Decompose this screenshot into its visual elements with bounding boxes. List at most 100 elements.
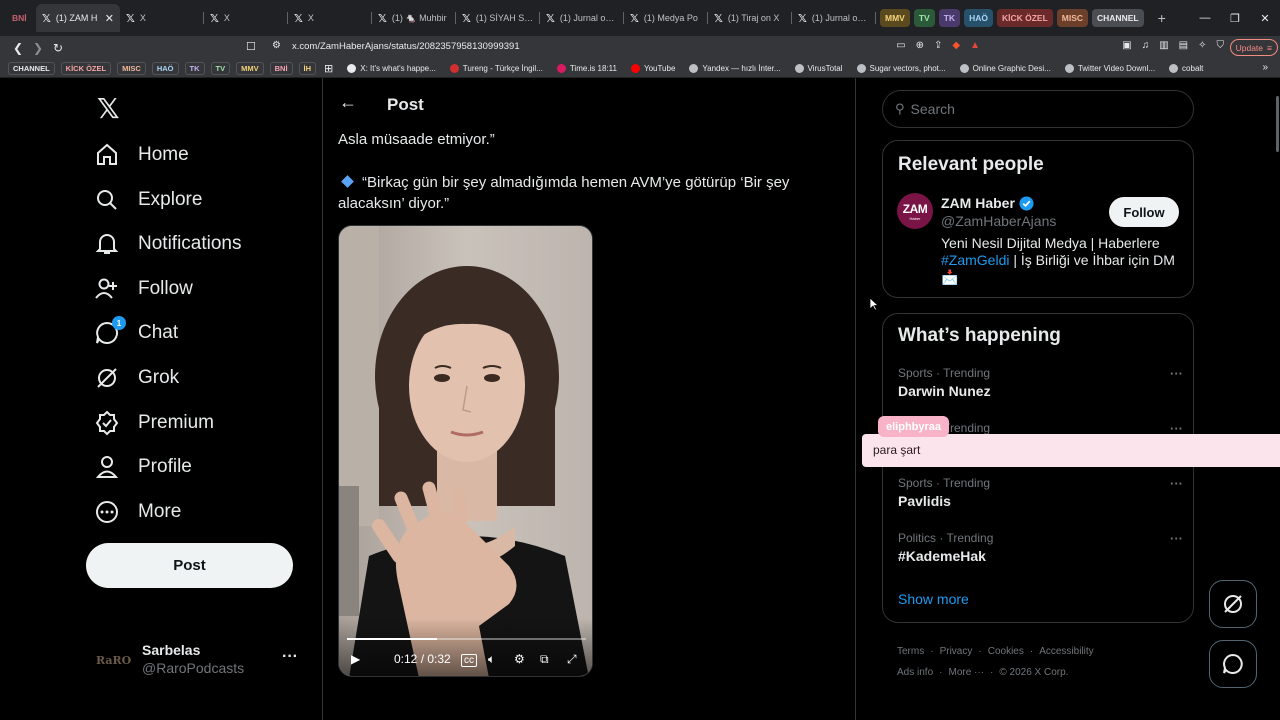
messages-float-button[interactable] xyxy=(1209,640,1257,688)
bookmark-item[interactable]: Time.is 18:11 xyxy=(556,64,617,73)
tab-group-chip[interactable]: TK xyxy=(938,9,961,27)
rewards-icon[interactable]: ▲ xyxy=(970,40,980,51)
fullscreen-icon[interactable]: ⤢ xyxy=(567,652,577,667)
follow-button[interactable]: Follow xyxy=(1109,197,1179,227)
trend-more-icon[interactable]: ··· xyxy=(1170,531,1183,546)
trend-item[interactable]: Sports · Trending Darwin Nunez ··· xyxy=(898,366,1188,410)
bookmark-folder[interactable]: İH xyxy=(298,62,317,75)
vpn-icon[interactable]: ⛉ xyxy=(1217,40,1225,51)
nav-item-grok[interactable]: Grok xyxy=(94,356,179,400)
bookmark-folder[interactable]: MISC xyxy=(117,62,146,75)
nav-item-more[interactable]: More xyxy=(94,490,181,534)
browser-tab[interactable]: 𝕏 (1) Tiraj on X xyxy=(708,4,792,32)
minimize-button[interactable]: — xyxy=(1190,12,1220,24)
browser-tab[interactable]: 𝕏 (1) Jurnal on X xyxy=(540,4,624,32)
bookmark-item[interactable]: cobalt xyxy=(1169,64,1203,73)
x-logo-icon[interactable]: 𝕏 xyxy=(97,92,120,125)
settings-icon[interactable]: ⚙ xyxy=(514,652,525,666)
trend-more-icon[interactable]: ··· xyxy=(1170,366,1183,381)
footer-link[interactable]: More ··· xyxy=(948,667,984,678)
tab-group-chip[interactable]: HAÖ xyxy=(964,9,993,27)
nav-item-chat[interactable]: 1 Chat xyxy=(94,311,178,355)
grok-float-button[interactable] xyxy=(1209,580,1257,628)
browser-tab[interactable]: 𝕏 (1) Medya Po xyxy=(624,4,708,32)
nav-item-notifications[interactable]: Notifications xyxy=(94,222,242,266)
browser-tab[interactable]: 𝕏 (1) ZAM H ✕ xyxy=(36,4,120,32)
bookmark-item[interactable]: Twitter Video Downl... xyxy=(1064,64,1155,73)
video-player[interactable]: ▶ 0:12 / 0:32 cc 🔈︎ ⚙ ⧉ ⤢ xyxy=(338,225,593,677)
zoom-icon[interactable]: ⊕ xyxy=(916,40,924,51)
profile-name[interactable]: ZAM Haber xyxy=(941,195,1034,211)
nav-item-premium[interactable]: Premium xyxy=(94,401,214,445)
avatar[interactable]: ZAM Haber xyxy=(897,193,933,229)
site-info-icon[interactable]: ⚙ xyxy=(272,40,281,51)
back-arrow-icon[interactable]: ← xyxy=(339,92,357,113)
bookmark-item[interactable]: Online Graphic Desi... xyxy=(959,64,1051,73)
browser-tab[interactable]: 𝕏 (1) 🐁 Muhbir xyxy=(372,4,456,32)
scrollbar[interactable] xyxy=(1276,96,1279,152)
browser-tab[interactable]: 𝕏X xyxy=(288,4,372,32)
tab-group-chip[interactable]: CHANNEL xyxy=(1092,9,1144,27)
brave-shield-icon[interactable]: ◆ xyxy=(952,40,960,51)
bookmarks-overflow-icon[interactable]: » xyxy=(1262,62,1268,73)
update-button[interactable]: Update ≡ xyxy=(1229,39,1278,56)
captions-icon[interactable]: cc xyxy=(461,654,477,667)
post-button[interactable]: Post xyxy=(86,543,293,588)
footer-link[interactable]: Accessibility xyxy=(1039,646,1093,657)
bookmark-folder[interactable]: TV xyxy=(210,62,231,75)
share-icon[interactable]: ⇪ xyxy=(934,40,942,51)
panel-icon[interactable]: ▥ xyxy=(1159,40,1168,51)
tab-close-icon[interactable]: ✕ xyxy=(105,12,114,25)
nav-item-home[interactable]: Home xyxy=(94,133,189,177)
apps-grid-icon[interactable]: ⊞ xyxy=(324,62,333,75)
footer-link[interactable]: Cookies xyxy=(988,646,1024,657)
bookmark-item[interactable]: VirusTotal xyxy=(794,64,843,73)
cast-icon[interactable]: ▭ xyxy=(896,40,905,51)
bookmark-item[interactable]: YouTube xyxy=(630,64,675,73)
popout-icon[interactable]: ⧉ xyxy=(540,652,549,667)
trend-item[interactable]: Politics · Trending #KademeHak ··· xyxy=(898,531,1188,575)
bookmark-item[interactable]: Yandex — hızlı İnter... xyxy=(689,64,781,73)
browser-tab[interactable]: 𝕏X xyxy=(120,4,204,32)
browser-tab[interactable]: 𝕏 (1) Jurnal on X xyxy=(792,4,876,32)
bookmark-folder[interactable]: MMV xyxy=(236,62,264,75)
nav-item-follow[interactable]: Follow xyxy=(94,267,193,311)
bookmark-folder[interactable]: BNİ xyxy=(269,62,293,75)
sidebar-icon[interactable]: ▣ xyxy=(1122,40,1131,51)
bookmark-folder[interactable]: TK xyxy=(184,62,205,75)
show-more-link[interactable]: Show more xyxy=(898,591,969,607)
account-switcher[interactable]: RaRO Sarbelas @RaroPodcasts ··· xyxy=(96,640,306,680)
footer-link[interactable]: Privacy xyxy=(940,646,973,657)
browser-tab[interactable]: BNİ xyxy=(6,4,36,32)
tab-group-chip[interactable]: TV xyxy=(913,9,935,27)
footer-link[interactable]: © 2026 X Corp. xyxy=(999,667,1068,678)
music-icon[interactable]: ♫ xyxy=(1142,40,1150,51)
hashtag-link[interactable]: #ZamGeldi xyxy=(941,252,1009,268)
extensions-icon[interactable]: ✧ xyxy=(1198,40,1206,51)
bookmark-folder[interactable]: KİCK ÖZEL xyxy=(60,62,112,75)
volume-icon[interactable]: 🔈︎ xyxy=(488,652,495,667)
browser-tab[interactable]: 𝕏X xyxy=(204,4,288,32)
back-button[interactable]: ❮ xyxy=(8,41,28,55)
search-input[interactable] xyxy=(910,101,1171,117)
url-field[interactable]: x.com/ZamHaberAjans/status/2082357958130… xyxy=(292,41,520,52)
tab-group-chip[interactable]: MMV xyxy=(880,9,910,27)
bookmark-folder[interactable]: CHANNEL xyxy=(8,62,55,75)
bookmark-icon[interactable]: ☐ xyxy=(246,40,256,53)
bookmark-item[interactable]: Sugar vectors, phot... xyxy=(856,64,946,73)
play-icon[interactable]: ▶ xyxy=(351,652,360,666)
video-progress-bar[interactable] xyxy=(347,638,586,640)
bookmark-folder[interactable]: HAÖ xyxy=(151,62,179,75)
bookmark-item[interactable]: Tureng - Türkçe İngil... xyxy=(449,64,543,73)
footer-link[interactable]: Ads info xyxy=(897,667,933,678)
tab-group-chip[interactable]: KİCK ÖZEL xyxy=(996,9,1053,27)
nav-item-profile[interactable]: Profile xyxy=(94,445,192,489)
trend-item[interactable]: Sports · Trending Pavlidis ··· xyxy=(898,476,1188,520)
account-more-icon[interactable]: ··· xyxy=(282,648,298,666)
reload-button[interactable]: ↻ xyxy=(48,41,68,55)
browser-tab[interactable]: 𝕏 (1) SİYAH SAN xyxy=(456,4,540,32)
footer-link[interactable]: Terms xyxy=(897,646,924,657)
close-window-button[interactable]: ✕ xyxy=(1250,12,1280,25)
tab-group-chip[interactable]: MISC xyxy=(1056,9,1089,27)
bookmark-item[interactable]: X: It's what's happe... xyxy=(347,64,436,73)
